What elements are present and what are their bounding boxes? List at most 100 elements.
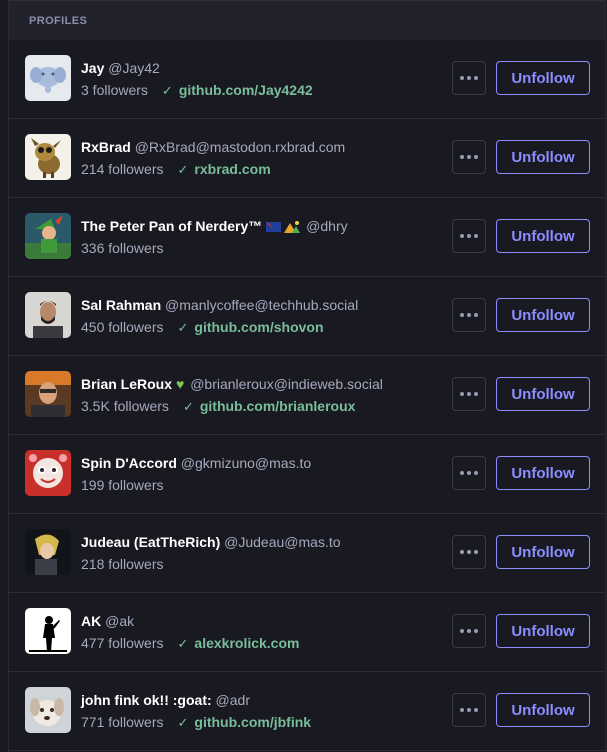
profile-row[interactable]: RxBrad @RxBrad@mastodon.rxbrad.com 214 f… bbox=[9, 119, 605, 198]
unfollow-button[interactable]: Unfollow bbox=[496, 377, 590, 411]
ellipsis-dot bbox=[467, 550, 471, 554]
ellipsis-icon bbox=[460, 155, 464, 159]
unfollow-button[interactable]: Unfollow bbox=[496, 614, 590, 648]
creature-avatar-icon bbox=[25, 134, 71, 180]
ellipsis-dot bbox=[467, 392, 471, 396]
avatar[interactable] bbox=[25, 529, 71, 575]
ellipsis-dot bbox=[474, 234, 478, 238]
dog-avatar-icon bbox=[25, 687, 71, 733]
elephant-avatar-icon bbox=[25, 55, 71, 101]
unfollow-button[interactable]: Unfollow bbox=[496, 456, 590, 490]
avatar[interactable] bbox=[25, 134, 71, 180]
handle: @gkmizuno@mas.to bbox=[180, 455, 312, 471]
handle: @brianleroux@indieweb.social bbox=[190, 376, 383, 392]
handle: @Jay42 bbox=[108, 60, 160, 76]
profile-row[interactable]: Sal Rahman @manlycoffee@techhub.social 4… bbox=[9, 277, 605, 356]
profile-row[interactable]: AK @ak 477 followers ✓ alexkrolick.com Unf… bbox=[9, 593, 605, 672]
ellipsis-dot bbox=[467, 313, 471, 317]
profile-meta-line: 450 followers ✓ github.com/shovon bbox=[81, 319, 324, 336]
verified-link[interactable]: github.com/jbfink bbox=[194, 714, 311, 730]
more-options-button[interactable] bbox=[452, 61, 486, 95]
ellipsis-icon bbox=[460, 708, 464, 712]
display-name[interactable]: Sal Rahman bbox=[81, 297, 161, 313]
unfollow-button[interactable]: Unfollow bbox=[496, 61, 590, 95]
section-title: PROFILES bbox=[9, 0, 605, 40]
avatar[interactable] bbox=[25, 213, 71, 259]
display-name[interactable]: Spin D'Accord bbox=[81, 455, 177, 471]
avatar[interactable] bbox=[25, 687, 71, 733]
person-avatar-icon bbox=[25, 371, 71, 417]
verified-link[interactable]: github.com/Jay4242 bbox=[179, 82, 313, 98]
unfollow-button[interactable]: Unfollow bbox=[496, 535, 590, 569]
ellipsis-dot bbox=[467, 234, 471, 238]
verified-link[interactable]: github.com/shovon bbox=[194, 319, 323, 335]
unfollow-button[interactable]: Unfollow bbox=[496, 219, 590, 253]
unfollow-button[interactable]: Unfollow bbox=[496, 140, 590, 174]
handle: @RxBrad@mastodon.rxbrad.com bbox=[134, 139, 346, 155]
display-name[interactable]: Brian LeRoux bbox=[81, 376, 172, 392]
profile-row[interactable]: The Peter Pan of Nerdery™ @dhry 336 foll… bbox=[9, 198, 605, 277]
ellipsis-dot bbox=[467, 471, 471, 475]
check-icon: ✓ bbox=[177, 162, 189, 177]
ellipsis-dot bbox=[467, 629, 471, 633]
display-name[interactable]: Jay bbox=[81, 60, 104, 76]
followers-count: 3 followers bbox=[81, 82, 148, 98]
ellipsis-dot bbox=[474, 313, 478, 317]
more-options-button[interactable] bbox=[452, 456, 486, 490]
verified-link[interactable]: github.com/brianleroux bbox=[200, 398, 356, 414]
profile-row[interactable]: Spin D'Accord @gkmizuno@mas.to 199 follo… bbox=[9, 435, 605, 514]
avatar[interactable] bbox=[25, 55, 71, 101]
verified-link[interactable]: rxbrad.com bbox=[194, 161, 270, 177]
followers-count: 218 followers bbox=[81, 556, 164, 572]
handle: @ak bbox=[105, 613, 135, 629]
check-icon: ✓ bbox=[177, 320, 189, 335]
more-options-button[interactable] bbox=[452, 535, 486, 569]
avatar[interactable] bbox=[25, 371, 71, 417]
profile-row[interactable]: Brian LeRoux ♥ @brianleroux@indieweb.soci… bbox=[9, 356, 605, 435]
more-options-button[interactable] bbox=[452, 693, 486, 727]
more-options-button[interactable] bbox=[452, 377, 486, 411]
check-icon: ✓ bbox=[177, 715, 189, 730]
handle: @adr bbox=[215, 692, 250, 708]
profile-name-line: john fink ok!! :goat: @adr bbox=[81, 692, 250, 708]
avatar[interactable] bbox=[25, 292, 71, 338]
cartoon-avatar-icon bbox=[25, 450, 71, 496]
unfollow-button[interactable]: Unfollow bbox=[496, 693, 590, 727]
ellipsis-icon bbox=[460, 392, 464, 396]
display-name[interactable]: Judeau (EatTheRich) bbox=[81, 534, 220, 550]
profile-name-line: Jay @Jay42 bbox=[81, 60, 160, 76]
ellipsis-icon bbox=[460, 629, 464, 633]
profile-meta-line: 3 followers ✓ github.com/Jay4242 bbox=[81, 82, 313, 99]
verified-link[interactable]: alexkrolick.com bbox=[194, 635, 299, 651]
profile-row[interactable]: john fink ok!! :goat: @adr 771 followers… bbox=[9, 672, 605, 751]
more-options-button[interactable] bbox=[452, 140, 486, 174]
ellipsis-icon bbox=[460, 234, 464, 238]
australia-flag-icon bbox=[266, 222, 282, 232]
display-name[interactable]: RxBrad bbox=[81, 139, 131, 155]
profiles-panel: PROFILES Jay @Jay42 3 followers ✓ github.c… bbox=[8, 0, 606, 752]
ellipsis-icon bbox=[460, 550, 464, 554]
profile-row[interactable]: Jay @Jay42 3 followers ✓ github.com/Jay424… bbox=[9, 40, 605, 119]
more-options-button[interactable] bbox=[452, 614, 486, 648]
display-name[interactable]: AK bbox=[81, 613, 101, 629]
avatar[interactable] bbox=[25, 608, 71, 654]
anime-avatar-icon bbox=[25, 529, 71, 575]
more-options-button[interactable] bbox=[452, 298, 486, 332]
more-options-button[interactable] bbox=[452, 219, 486, 253]
ellipsis-dot bbox=[474, 629, 478, 633]
profile-meta-line: 771 followers ✓ github.com/jbfink bbox=[81, 714, 311, 731]
profile-name-line: Spin D'Accord @gkmizuno@mas.to bbox=[81, 455, 311, 471]
display-name[interactable]: john fink ok!! :goat: bbox=[81, 692, 212, 708]
ellipsis-dot bbox=[474, 392, 478, 396]
profile-meta-line: 218 followers bbox=[81, 556, 164, 572]
followers-count: 336 followers bbox=[81, 240, 164, 256]
ellipsis-dot bbox=[467, 76, 471, 80]
person-avatar-icon bbox=[25, 292, 71, 338]
profile-name-line: AK @ak bbox=[81, 613, 134, 629]
display-name[interactable]: The Peter Pan of Nerdery™ bbox=[81, 218, 262, 234]
avatar[interactable] bbox=[25, 450, 71, 496]
peter-pan-avatar-icon bbox=[25, 213, 71, 259]
unfollow-button[interactable]: Unfollow bbox=[496, 298, 590, 332]
followers-count: 199 followers bbox=[81, 477, 164, 493]
profile-row[interactable]: Judeau (EatTheRich) @Judeau@mas.to 218 f… bbox=[9, 514, 605, 593]
